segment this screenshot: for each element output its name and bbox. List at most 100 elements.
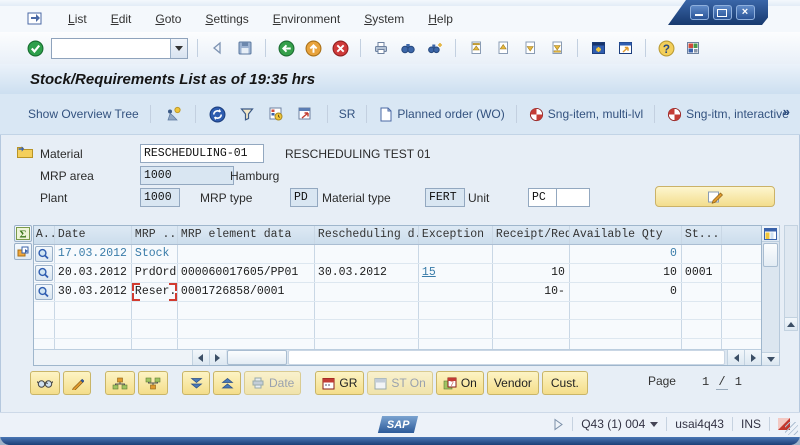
table-row[interactable]: 17.03.2012 Stock 0 — [34, 245, 761, 264]
expand-button[interactable] — [182, 371, 210, 395]
help-button[interactable]: ? — [655, 37, 677, 59]
page-up-button[interactable] — [492, 37, 514, 59]
cust-button[interactable]: Cust. — [542, 371, 588, 395]
create-shortcut-button[interactable] — [614, 37, 636, 59]
menu-edit[interactable]: Edit — [111, 12, 132, 26]
details-button[interactable] — [35, 246, 53, 262]
sng-itm-interactive-button[interactable]: Sng-itm, interactive — [686, 107, 789, 121]
planned-order-button[interactable]: Planned order (WO) — [397, 107, 504, 121]
print-button[interactable] — [370, 37, 392, 59]
mrp-area-input[interactable] — [140, 166, 234, 185]
standard-toolbar: ? — [0, 32, 800, 65]
menu-settings[interactable]: Settings — [205, 12, 248, 26]
collapse-button[interactable] — [213, 371, 241, 395]
order-report-down-button[interactable] — [138, 371, 168, 395]
display-button[interactable] — [30, 371, 60, 395]
edit-button[interactable] — [655, 186, 775, 207]
col-header-st[interactable]: St... — [682, 226, 722, 244]
find-next-button[interactable] — [424, 37, 446, 59]
enter-button[interactable] — [24, 37, 46, 59]
customize-layout-icon — [685, 40, 701, 56]
back-circle-button[interactable] — [275, 37, 297, 59]
col-header-mrp[interactable]: MRP ... — [132, 226, 178, 244]
vertical-scrollbar[interactable] — [762, 225, 780, 366]
col-header-date[interactable]: Date — [55, 226, 132, 244]
menu-environment[interactable]: Environment — [273, 12, 340, 26]
totals-button[interactable]: Σ — [14, 225, 32, 242]
on-button[interactable]: 7 On — [436, 371, 484, 395]
refresh-button[interactable] — [207, 103, 229, 125]
resize-grip[interactable] — [785, 422, 798, 435]
save-button[interactable] — [234, 37, 256, 59]
more-functions-button[interactable]: » — [783, 104, 790, 119]
order-report-up-button[interactable] — [105, 371, 135, 395]
outer-scrollbar[interactable] — [784, 225, 798, 331]
exit-button[interactable] — [302, 37, 324, 59]
minimize-button[interactable] — [690, 5, 709, 20]
vendor-button[interactable]: Vendor — [487, 371, 539, 395]
sap-menu-icon[interactable] — [26, 12, 44, 27]
hscroll-track[interactable] — [288, 350, 725, 365]
scroll-right-button[interactable] — [209, 350, 226, 365]
sr-button[interactable]: SR — [339, 107, 356, 121]
menu-help[interactable]: Help — [428, 12, 453, 26]
menu-list[interactable]: List — [68, 12, 87, 26]
scroll-right-button[interactable] — [744, 350, 761, 365]
gr-button[interactable]: GR — [315, 371, 364, 395]
menu-goto[interactable]: Goto — [155, 12, 181, 26]
sng-item-multi-button[interactable]: Sng-item, multi-lvl — [548, 107, 643, 121]
col-header-a[interactable]: A.. — [34, 226, 55, 244]
filter-button[interactable] — [236, 103, 258, 125]
maximize-button[interactable] — [713, 5, 732, 20]
close-button[interactable]: × — [736, 5, 755, 20]
horizontal-scrollbar[interactable] — [34, 349, 761, 365]
page-down-button[interactable] — [519, 37, 541, 59]
material-input[interactable] — [140, 144, 264, 163]
material-type-input[interactable] — [425, 188, 465, 207]
col-header-receipt-reqmt[interactable]: Receipt/Reqmt — [493, 226, 570, 244]
command-input[interactable] — [52, 40, 170, 57]
details-button[interactable] — [35, 284, 53, 300]
header-details-button[interactable] — [15, 142, 35, 160]
col-header-rescheduling-date[interactable]: Rescheduling d... — [315, 226, 419, 244]
period-totals-button[interactable] — [265, 103, 287, 125]
exception-link[interactable]: 15 — [422, 266, 436, 279]
system-session-indicator[interactable]: Q43 (1) 004 — [581, 417, 658, 431]
scroll-down-button[interactable] — [762, 352, 779, 365]
customize-layout-button[interactable] — [682, 37, 704, 59]
command-dropdown-button[interactable] — [170, 39, 187, 58]
overview-graphic-button[interactable] — [162, 103, 184, 125]
col-header-available-qty[interactable]: Available Qty — [570, 226, 682, 244]
first-page-button[interactable] — [465, 37, 487, 59]
cancel-button[interactable] — [329, 37, 351, 59]
copy-button[interactable] — [14, 243, 32, 260]
hscroll-thumb[interactable] — [227, 350, 287, 365]
unit-input[interactable] — [528, 188, 558, 207]
find-button[interactable] — [397, 37, 419, 59]
col-header-exception[interactable]: Exception — [419, 226, 493, 244]
plant-input[interactable] — [140, 188, 180, 207]
command-field — [51, 38, 188, 59]
back-button[interactable] — [207, 37, 229, 59]
table-row[interactable]: 30.03.2012 Reser. 0001726858/0001 10- 0 — [34, 283, 761, 302]
show-overview-tree-button[interactable]: Show Overview Tree — [28, 107, 139, 121]
cell-mrp[interactable]: Reser. — [132, 283, 178, 301]
col-header-mrp-element-data[interactable]: MRP element data — [178, 226, 315, 244]
edit-pencil-button[interactable] — [63, 371, 91, 395]
download-button[interactable] — [294, 103, 316, 125]
menu-system[interactable]: System — [364, 12, 404, 26]
details-button[interactable] — [35, 265, 53, 281]
new-session-button[interactable] — [587, 37, 609, 59]
unit-extra-input[interactable] — [556, 188, 590, 207]
vscroll-thumb[interactable] — [763, 243, 778, 267]
table-settings-button[interactable] — [762, 226, 779, 242]
vscroll-track[interactable] — [762, 268, 779, 352]
scroll-left-button[interactable] — [192, 350, 209, 365]
scroll-left-button[interactable] — [727, 350, 744, 365]
status-expand-icon[interactable] — [553, 418, 564, 431]
table-row[interactable]: 20.03.2012 PrdOrd 000060017605/PP01 30.0… — [34, 264, 761, 283]
mrp-type-input[interactable] — [290, 188, 318, 207]
insert-mode-indicator[interactable]: INS — [741, 417, 761, 431]
last-page-button[interactable] — [546, 37, 568, 59]
scroll-up-button[interactable] — [785, 317, 797, 330]
